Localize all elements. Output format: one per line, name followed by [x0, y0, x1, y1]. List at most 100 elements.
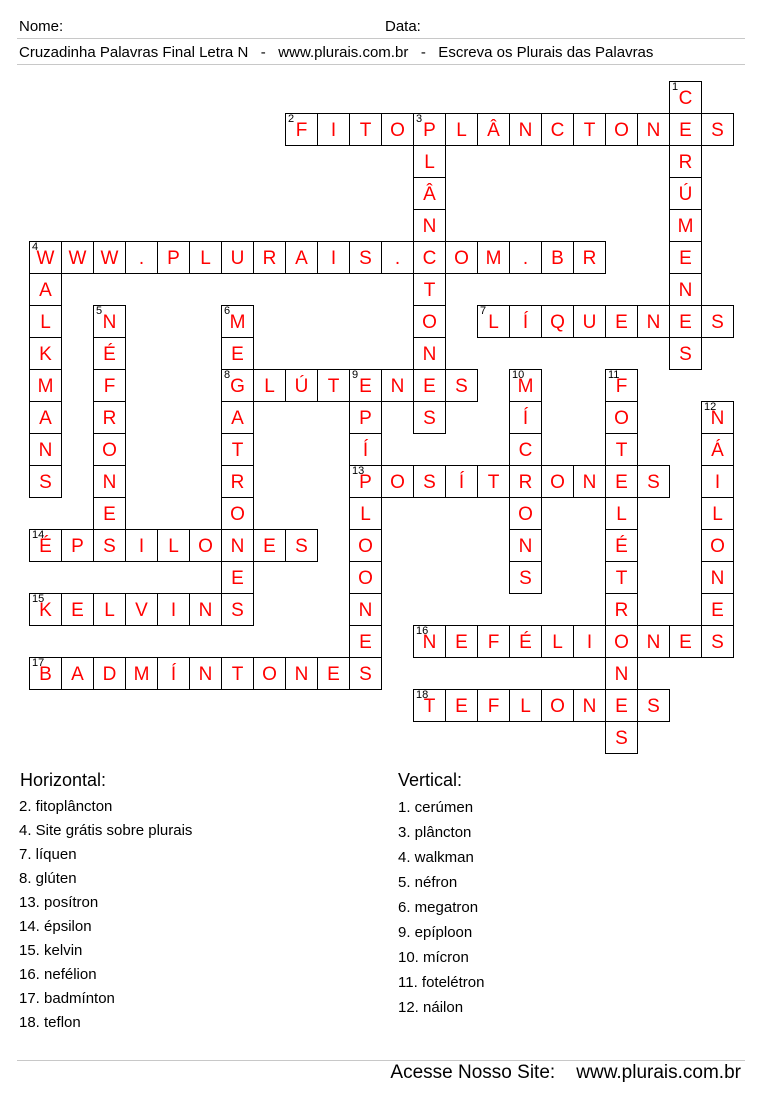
grid-cell[interactable]: N — [637, 305, 670, 338]
grid-cell[interactable]: 11 F — [605, 369, 638, 402]
grid-cell[interactable]: 10 M — [509, 369, 542, 402]
grid-cell[interactable]: U — [221, 241, 254, 274]
grid-cell[interactable]: . — [125, 241, 158, 274]
grid-cell[interactable]: M — [477, 241, 510, 274]
grid-cell[interactable]: N — [93, 465, 126, 498]
grid-cell[interactable]: 6M — [221, 305, 254, 338]
grid-cell[interactable]: Í — [509, 401, 542, 434]
grid-cell[interactable]: A — [61, 657, 94, 690]
grid-cell[interactable]: F — [477, 625, 510, 658]
grid-cell[interactable]: M — [669, 209, 702, 242]
grid-cell[interactable]: T — [605, 561, 638, 594]
grid-cell[interactable]: I — [317, 241, 350, 274]
grid-cell[interactable]: D — [93, 657, 126, 690]
grid-cell[interactable]: T — [221, 657, 254, 690]
grid-cell[interactable]: T — [477, 465, 510, 498]
grid-cell[interactable]: E — [669, 113, 702, 146]
grid-cell[interactable]: S — [605, 721, 638, 754]
footer-site-link[interactable]: Acesse Nosso Site: www.plurais.com.br — [390, 1062, 741, 1084]
grid-cell[interactable]: 17 B — [29, 657, 62, 690]
grid-cell[interactable]: T — [605, 433, 638, 466]
grid-cell[interactable]: M — [29, 369, 62, 402]
grid-cell[interactable]: N — [701, 561, 734, 594]
grid-cell[interactable]: Ú — [669, 177, 702, 210]
grid-cell[interactable]: N — [221, 529, 254, 562]
grid-cell[interactable]: F — [93, 369, 126, 402]
grid-cell[interactable]: Ú — [285, 369, 318, 402]
grid-cell[interactable]: T — [317, 369, 350, 402]
grid-cell[interactable]: S — [701, 113, 734, 146]
grid-cell[interactable]: R — [253, 241, 286, 274]
grid-cell[interactable]: I — [701, 465, 734, 498]
grid-cell[interactable]: S — [701, 305, 734, 338]
grid-cell[interactable]: P — [157, 241, 190, 274]
grid-cell[interactable]: U — [573, 305, 606, 338]
grid-cell[interactable]: Â — [413, 177, 446, 210]
grid-cell[interactable]: N — [381, 369, 414, 402]
grid-cell[interactable]: 18 T — [413, 689, 446, 722]
grid-cell[interactable]: . — [509, 241, 542, 274]
grid-cell[interactable]: S — [93, 529, 126, 562]
grid-cell[interactable]: Í — [349, 433, 382, 466]
grid-cell[interactable]: L — [605, 497, 638, 530]
grid-cell[interactable]: O — [605, 113, 638, 146]
grid-cell[interactable]: I — [573, 625, 606, 658]
grid-cell[interactable]: A — [29, 401, 62, 434]
grid-cell[interactable]: 7L — [477, 305, 510, 338]
grid-cell[interactable]: N — [509, 113, 542, 146]
grid-cell[interactable]: 8G — [221, 369, 254, 402]
grid-cell[interactable]: E — [445, 689, 478, 722]
grid-cell[interactable]: E — [253, 529, 286, 562]
grid-cell[interactable]: N — [605, 657, 638, 690]
grid-cell[interactable]: E — [61, 593, 94, 626]
grid-cell[interactable]: E — [221, 337, 254, 370]
grid-cell[interactable]: O — [381, 465, 414, 498]
grid-cell[interactable]: S — [669, 337, 702, 370]
grid-cell[interactable]: S — [445, 369, 478, 402]
grid-cell[interactable]: W — [61, 241, 94, 274]
grid-cell[interactable]: 5N — [93, 305, 126, 338]
grid-cell[interactable]: L — [29, 305, 62, 338]
grid-cell[interactable]: E — [669, 625, 702, 658]
grid-cell[interactable]: . — [381, 241, 414, 274]
grid-cell[interactable]: 4W — [29, 241, 62, 274]
grid-cell[interactable]: S — [637, 465, 670, 498]
grid-cell[interactable]: E — [701, 593, 734, 626]
grid-cell[interactable]: S — [285, 529, 318, 562]
grid-cell[interactable]: I — [157, 593, 190, 626]
grid-cell[interactable]: E — [413, 369, 446, 402]
grid-cell[interactable]: E — [605, 689, 638, 722]
grid-cell[interactable]: T — [573, 113, 606, 146]
grid-cell[interactable]: O — [189, 529, 222, 562]
grid-cell[interactable]: S — [29, 465, 62, 498]
grid-cell[interactable]: A — [29, 273, 62, 306]
grid-cell[interactable]: L — [349, 497, 382, 530]
grid-cell[interactable]: O — [413, 305, 446, 338]
grid-cell[interactable]: O — [93, 433, 126, 466]
grid-cell[interactable]: N — [285, 657, 318, 690]
grid-cell[interactable]: 13 P — [349, 465, 382, 498]
grid-cell[interactable]: L — [445, 113, 478, 146]
grid-cell[interactable]: O — [253, 657, 286, 690]
grid-cell[interactable]: O — [509, 497, 542, 530]
grid-cell[interactable]: S — [637, 689, 670, 722]
grid-cell[interactable]: N — [189, 657, 222, 690]
grid-cell[interactable]: S — [349, 657, 382, 690]
grid-cell[interactable]: R — [605, 593, 638, 626]
grid-cell[interactable]: E — [445, 625, 478, 658]
grid-cell[interactable]: S — [509, 561, 542, 594]
grid-cell[interactable]: I — [125, 529, 158, 562]
grid-cell[interactable]: E — [93, 497, 126, 530]
grid-cell[interactable]: K — [29, 337, 62, 370]
grid-cell[interactable]: E — [221, 561, 254, 594]
grid-cell[interactable]: S — [413, 465, 446, 498]
grid-cell[interactable]: 1C — [669, 81, 702, 114]
grid-cell[interactable]: P — [349, 401, 382, 434]
grid-cell[interactable]: A — [285, 241, 318, 274]
grid-cell[interactable]: O — [381, 113, 414, 146]
grid-cell[interactable]: 2F — [285, 113, 318, 146]
grid-cell[interactable]: É — [93, 337, 126, 370]
grid-cell[interactable]: N — [637, 113, 670, 146]
grid-cell[interactable]: R — [669, 145, 702, 178]
grid-cell[interactable]: Á — [701, 433, 734, 466]
